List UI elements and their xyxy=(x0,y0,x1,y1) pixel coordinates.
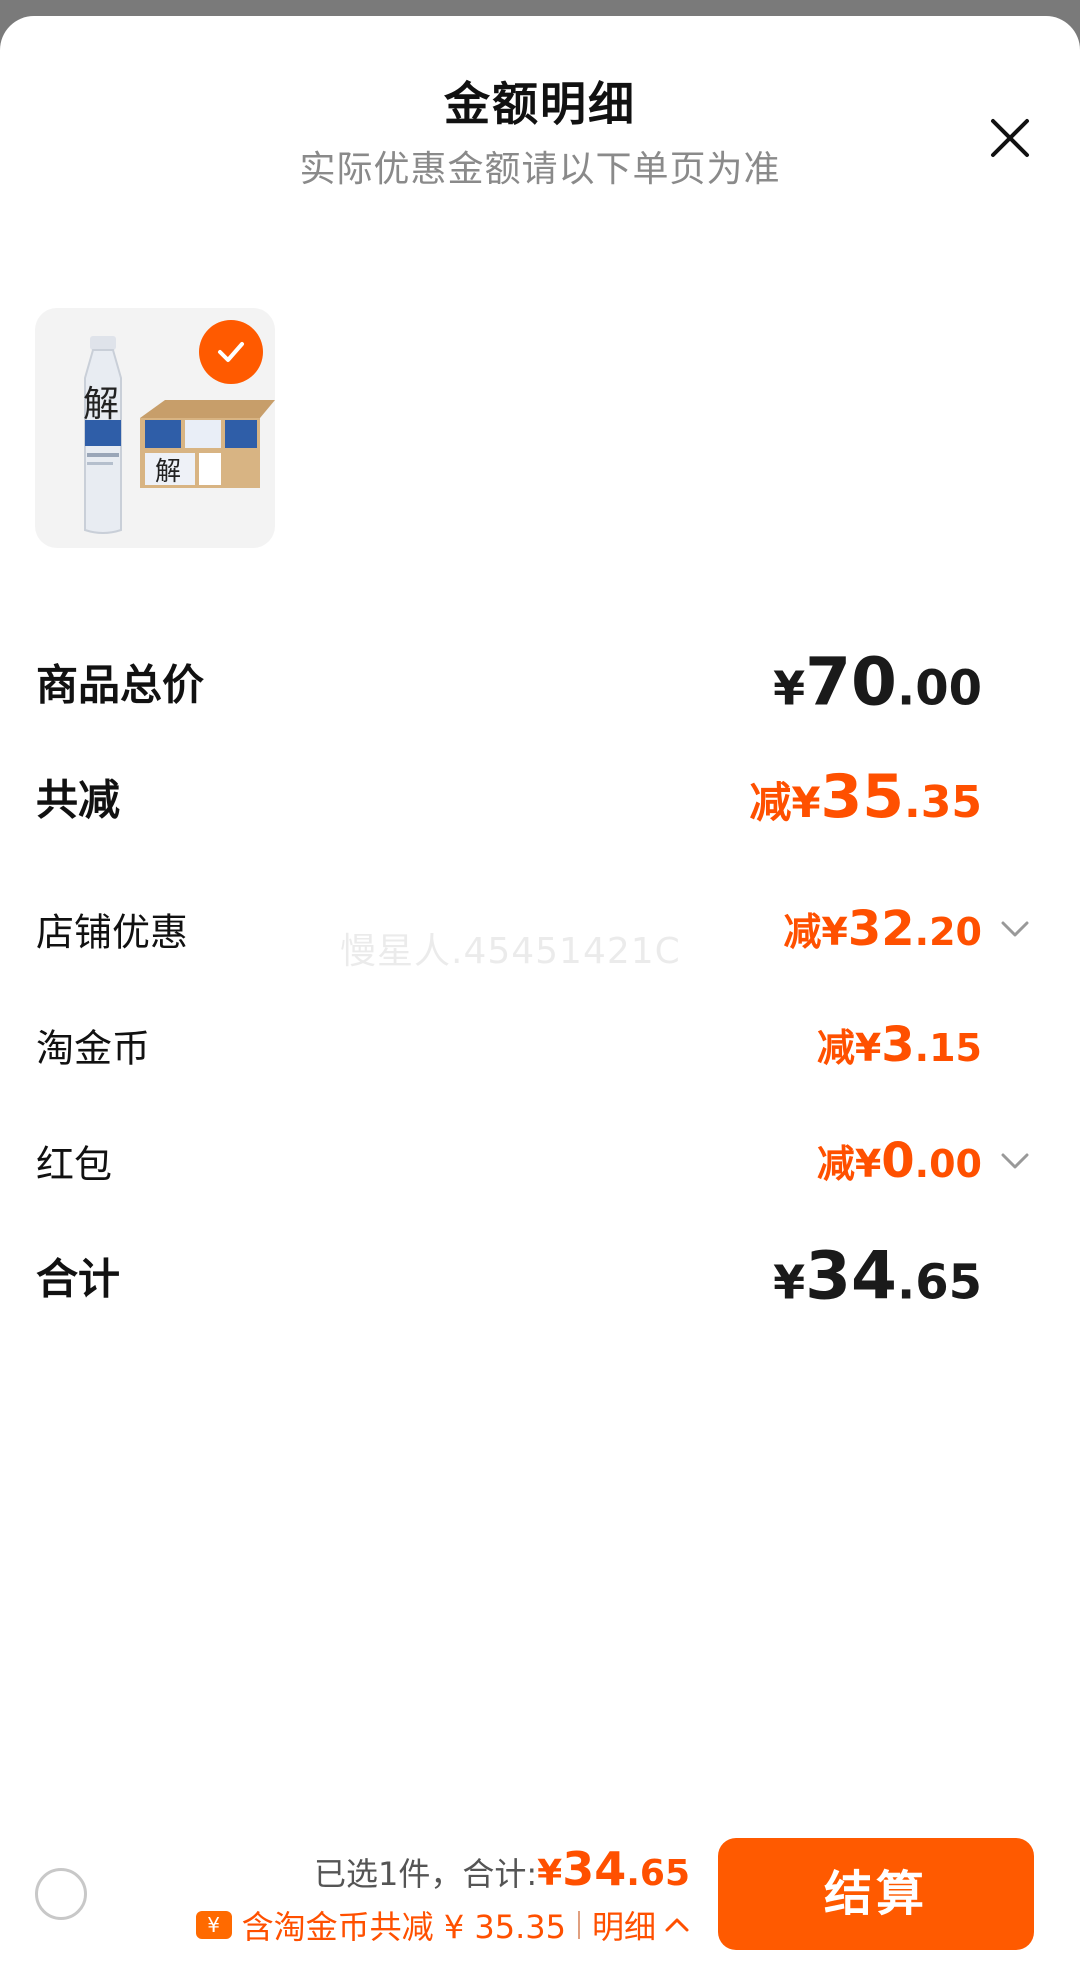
chevron-down-icon[interactable] xyxy=(1000,919,1030,939)
row-total-reduction: 共减 减¥35.35 xyxy=(36,762,1046,832)
total-reduction-label: 共减 xyxy=(36,775,121,825)
red-packet-label: 红包 xyxy=(36,1142,113,1187)
footer-detail-label[interactable]: 明细 xyxy=(592,1902,656,1948)
total-reduction-value: 减¥35.35 xyxy=(749,762,982,832)
svg-text:解: 解 xyxy=(155,457,181,487)
footer-discount-text: 含淘金币共减 ¥ 35.35 xyxy=(241,1908,566,1946)
select-check[interactable] xyxy=(199,320,263,384)
row-total-price: 商品总价 ¥70.00 xyxy=(36,644,1046,721)
sum-value: ¥34.65 xyxy=(773,1237,982,1315)
coin-icon: ¥ xyxy=(195,1911,232,1939)
sheet-title: 金额明细 xyxy=(444,77,636,131)
chevron-up-icon[interactable] xyxy=(664,1916,690,1934)
amount-detail-sheet: 金额明细 实际优惠金额请以下单页为准 解 解 慢星人.45451421C 商品总… xyxy=(0,16,1080,1972)
chevron-down-icon[interactable] xyxy=(1000,1151,1030,1171)
divider xyxy=(577,1911,580,1939)
close-button[interactable] xyxy=(976,104,1044,172)
select-all-radio[interactable] xyxy=(35,1868,87,1920)
footer-total: 已选1件，合计:¥34.65 xyxy=(313,1842,690,1896)
row-red-packet[interactable]: 红包 减¥0.00 xyxy=(36,1126,1046,1196)
total-price-label: 商品总价 xyxy=(36,660,205,710)
svg-text:解: 解 xyxy=(83,384,119,425)
shop-discount-label: 店铺优惠 xyxy=(36,910,189,955)
checkmark-icon xyxy=(218,342,244,362)
total-price-value: ¥70.00 xyxy=(773,643,982,721)
sum-label: 合计 xyxy=(36,1254,121,1304)
sheet-subtitle: 实际优惠金额请以下单页为准 xyxy=(299,149,781,190)
row-coins: 淘金币 减¥3.15 xyxy=(36,1010,1046,1080)
close-icon xyxy=(991,119,1029,157)
footer-selected-text: 已选1件，合计: xyxy=(313,1855,538,1893)
checkout-button[interactable]: 结算 xyxy=(718,1838,1034,1950)
red-packet-value: 减¥0.00 xyxy=(816,1133,982,1189)
coins-value: 减¥3.15 xyxy=(816,1017,982,1073)
footer-discount-line[interactable]: ¥ 含淘金币共减 ¥ 35.35 明细 xyxy=(195,1902,690,1948)
row-sum: 合计 ¥34.65 xyxy=(36,1238,1046,1315)
shop-discount-value: 减¥32.20 xyxy=(783,901,982,957)
coins-label: 淘金币 xyxy=(36,1026,151,1071)
row-shop-discount[interactable]: 店铺优惠 减¥32.20 xyxy=(36,894,1046,964)
